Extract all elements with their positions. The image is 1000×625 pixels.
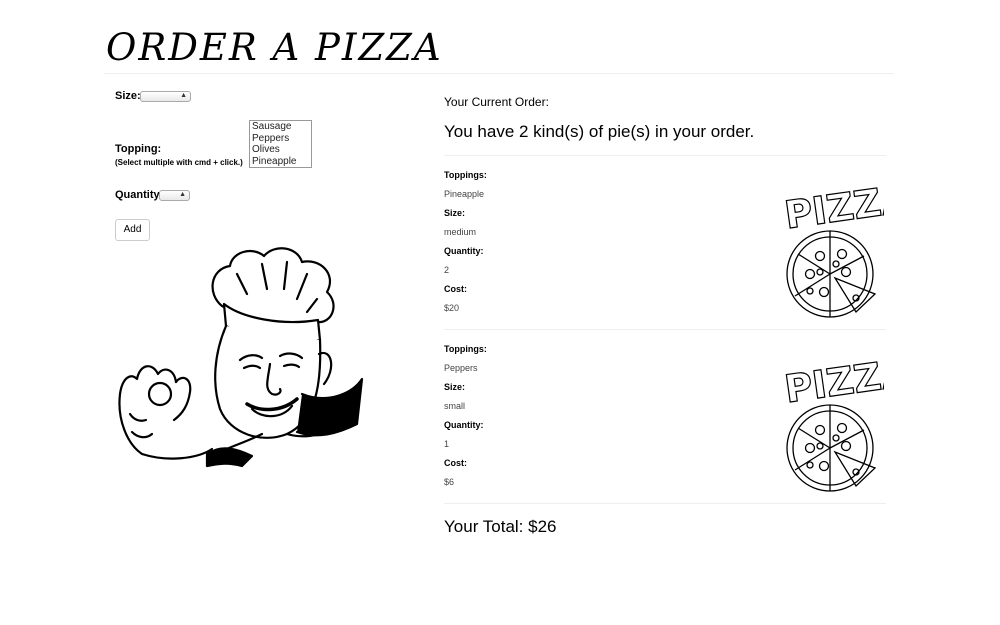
toppings-value: Pineapple (444, 189, 485, 199)
order-divider (444, 329, 886, 330)
topping-hint: (Select multiple with cmd + click.) (115, 158, 243, 167)
page-title: ORDER A PIZZA (106, 26, 443, 69)
add-button[interactable]: Add (115, 219, 150, 241)
toppings-label: Toppings: (444, 344, 487, 354)
topping-option[interactable]: Pineapple (252, 156, 311, 167)
topping-option[interactable]: Olives (252, 144, 311, 156)
order-total: Your Total: $26 (444, 517, 557, 536)
size-select[interactable]: ▲ (140, 91, 191, 102)
topping-listbox[interactable]: Sausage Peppers Olives Pineapple (249, 120, 312, 168)
cost-label: Cost: (444, 284, 467, 294)
quantity-value: 1 (444, 439, 450, 449)
order-summary: You have 2 kind(s) of pie(s) in your ord… (444, 122, 755, 141)
quantity-select[interactable]: ▲ (159, 190, 190, 201)
pizza-icon: PIZZA (781, 350, 884, 492)
select-arrows-icon: ▲ (179, 191, 186, 198)
cost-label: Cost: (444, 458, 467, 468)
order-divider (444, 503, 886, 504)
chef-illustration (118, 247, 364, 468)
size-label: Size: (115, 90, 141, 102)
quantity-label: Quantity: (115, 189, 164, 201)
toppings-label: Toppings: (444, 170, 487, 180)
topping-option[interactable]: Sausage (252, 121, 311, 133)
quantity-label: Quantity: (444, 246, 484, 256)
order-divider (444, 155, 886, 156)
pizza-word: PIZZA (782, 350, 884, 411)
toppings-value: Peppers (444, 363, 478, 373)
pizza-icon: PIZZA (781, 176, 884, 318)
size-label: Size: (444, 208, 466, 218)
size-value: small (444, 401, 466, 411)
quantity-value: 2 (444, 265, 450, 275)
order-heading: Your Current Order: (444, 95, 549, 109)
topping-label: Topping: (115, 143, 162, 155)
size-value: medium (444, 227, 477, 237)
pizza-word: PIZZA (782, 176, 884, 237)
topping-option[interactable]: Peppers (252, 133, 311, 145)
cost-value: $20 (444, 303, 460, 313)
select-arrows-icon: ▲ (180, 92, 187, 99)
size-label: Size: (444, 382, 466, 392)
cost-value: $6 (444, 477, 455, 487)
quantity-label: Quantity: (444, 420, 484, 430)
title-divider (104, 73, 894, 74)
